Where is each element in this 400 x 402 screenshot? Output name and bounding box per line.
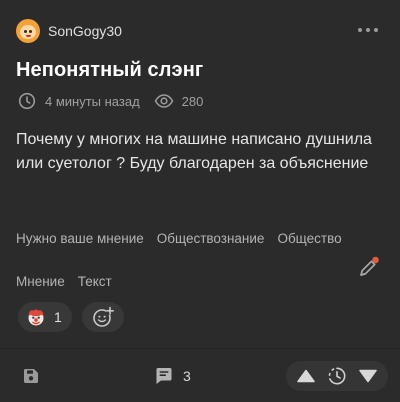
tag[interactable]: Мнение: [16, 274, 65, 289]
reaction-clown[interactable]: 1: [18, 302, 72, 332]
comments-count: 3: [183, 368, 191, 384]
tag[interactable]: Нужно ваше мнение: [16, 231, 144, 246]
post-card: SonGogy30 Непонятный слэнг 4 минуты наза…: [0, 0, 400, 402]
edit-pencil-icon[interactable]: [358, 256, 380, 278]
author-avatar-icon[interactable]: [16, 19, 40, 43]
downvote-button[interactable]: [354, 362, 382, 390]
rating-control: [286, 361, 388, 391]
tags-line-1: Нужно ваше мнение Обществознание Обществ…: [16, 228, 386, 248]
post-title[interactable]: Непонятный слэнг: [16, 59, 203, 82]
author-name[interactable]: SonGogy30: [48, 23, 122, 39]
bottom-action-bar: 3: [0, 349, 400, 402]
eye-icon: [154, 94, 174, 108]
upvote-button[interactable]: [292, 362, 320, 390]
reaction-count: 1: [54, 309, 62, 325]
triangle-down-icon: [359, 369, 378, 383]
clock-dashed-icon: [328, 367, 346, 385]
comments-button[interactable]: 3: [154, 366, 191, 386]
comment-icon: [156, 368, 172, 384]
reactions-row: 1: [18, 302, 124, 332]
tag[interactable]: Обществознание: [157, 231, 265, 246]
add-reaction-button[interactable]: [81, 302, 124, 332]
rating-history-button[interactable]: [323, 362, 351, 390]
more-options-icon[interactable]: [358, 28, 378, 32]
clown-emoji-icon: [28, 309, 44, 326]
add-emoji-icon: [92, 306, 114, 327]
save-icon[interactable]: [22, 367, 40, 385]
clock-icon: [18, 92, 36, 110]
post-time: 4 минуты назад: [45, 93, 140, 109]
tags-list: Нужно ваше мнение Обществознание Обществ…: [16, 228, 386, 291]
tag[interactable]: Общество: [277, 231, 341, 246]
tags-line-2: Мнение Текст: [16, 271, 386, 291]
post-body: Почему у многих на машине написано душни…: [16, 131, 372, 172]
views-count: 280: [181, 93, 204, 109]
tag[interactable]: Текст: [78, 274, 112, 289]
author-row[interactable]: SonGogy30: [16, 18, 122, 44]
triangle-up-icon: [296, 369, 315, 383]
post-meta: 4 минуты назад 280: [18, 91, 203, 111]
